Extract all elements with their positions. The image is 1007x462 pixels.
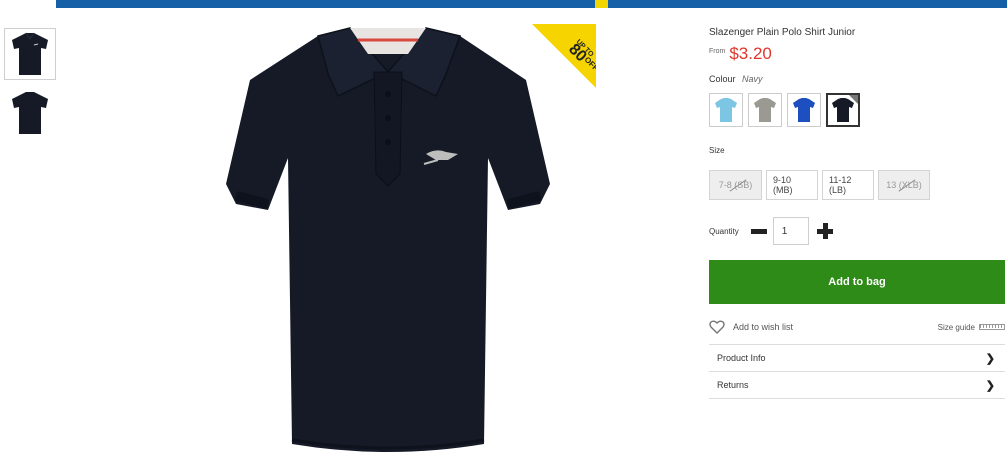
product-accordion: Product Info ❯ Returns ❯ [709, 344, 1005, 399]
discount-badge: UP TO 80 OFF [532, 24, 600, 88]
swatch-sky-blue[interactable] [709, 93, 743, 127]
heart-icon [709, 320, 725, 334]
size-guide-label: Size guide [937, 322, 975, 332]
thumbnail-front[interactable] [4, 28, 56, 80]
polo-royal-blue-icon [793, 98, 815, 122]
product-title: Slazenger Plain Polo Shirt Junior [709, 27, 856, 38]
polo-grey-icon [754, 98, 776, 122]
price-row: From $3.20 [709, 44, 1005, 64]
ruler-icon [979, 324, 1005, 330]
size-option[interactable]: 13 (XLB) [878, 170, 930, 200]
add-to-wish-list-link[interactable]: Add to wish list [709, 320, 793, 334]
swatch-royal-blue[interactable] [787, 93, 821, 127]
wish-list-label: Add to wish list [733, 322, 794, 332]
swatch-navy[interactable] [826, 93, 860, 127]
size-guide-link[interactable]: Size guide [938, 323, 1005, 332]
product-price: $3.20 [729, 44, 772, 63]
price-prefix: From [709, 48, 726, 55]
size-option[interactable]: 9-10 (MB) [766, 170, 818, 200]
add-to-bag-button[interactable]: Add to bag [709, 260, 1005, 304]
polo-sky-blue-icon [715, 98, 737, 122]
colour-label: Colour [709, 74, 736, 84]
size-option[interactable]: 7-8 (SB) [709, 170, 762, 200]
product-page: UP TO 80 OFF Slazenger Plain Polo Shirt … [0, 0, 1007, 462]
polo-front-thumb-icon [12, 32, 48, 75]
colour-selected: Navy [742, 74, 763, 84]
quantity-increase-button[interactable] [816, 223, 833, 239]
banner-accent [595, 0, 608, 8]
size-options: 7-8 (SB) 9-10 (MB) 11-12 (LB) 13 (XLB) [709, 170, 1005, 200]
quantity-label: Quantity [709, 226, 739, 236]
promo-banner[interactable] [56, 0, 1007, 8]
accordion-label: Product Info [717, 353, 766, 363]
quantity-row: Quantity [709, 217, 1005, 245]
thumbnail-list [4, 28, 56, 146]
discount-badge-icon: UP TO 80 OFF [532, 24, 600, 88]
product-details-panel: Slazenger Plain Polo Shirt Junior From $… [709, 27, 1005, 399]
swatch-grey[interactable] [748, 93, 782, 127]
wish-size-row: Add to wish list Size guide [709, 319, 1005, 335]
colour-swatches [709, 93, 1005, 127]
selected-corner-marker [849, 95, 858, 104]
accordion-label: Returns [717, 380, 749, 390]
chevron-right-icon: ❯ [985, 379, 995, 392]
chevron-right-icon: ❯ [985, 352, 995, 365]
size-label: Size [709, 146, 725, 155]
accordion-returns[interactable]: Returns ❯ [709, 372, 1005, 399]
accordion-product-info[interactable]: Product Info ❯ [709, 345, 1005, 372]
polo-back-thumb-icon [12, 92, 48, 134]
quantity-decrease-button[interactable] [750, 228, 767, 234]
thumbnail-back[interactable] [4, 87, 56, 139]
quantity-input[interactable] [772, 217, 809, 245]
colour-row: Colour Navy [709, 74, 1005, 84]
size-option[interactable]: 11-12 (LB) [822, 170, 874, 200]
